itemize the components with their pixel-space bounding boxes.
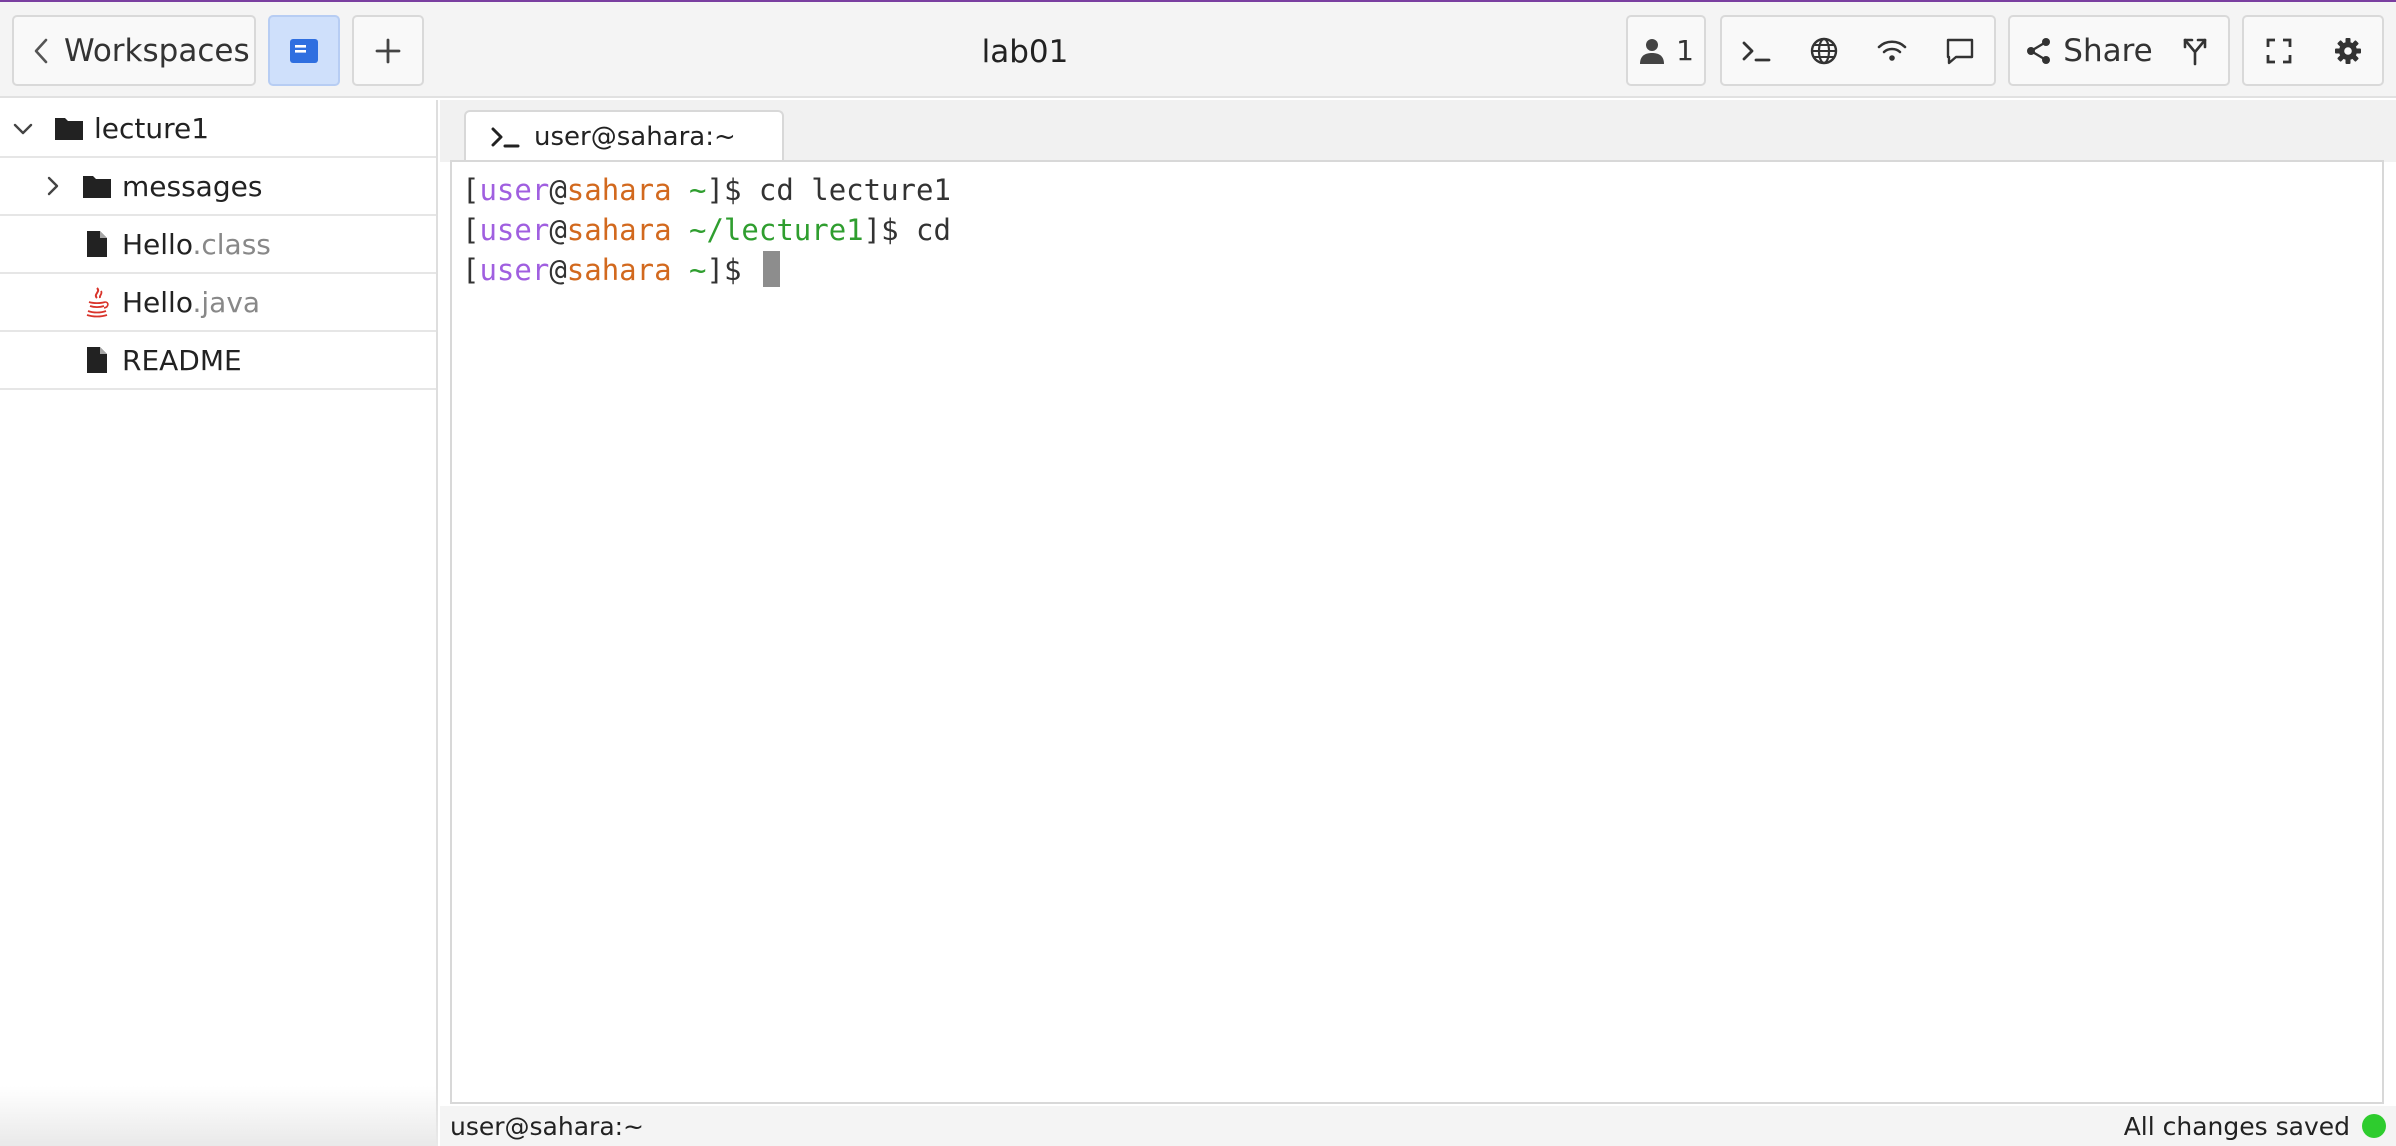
status-terminal-label: user@sahara:~ [450, 1111, 645, 1141]
tree-item-label: README [122, 343, 242, 377]
prompt-host: sahara [566, 213, 672, 247]
tree-file-hello-java[interactable]: Hello.java [0, 274, 436, 332]
share-group: Share [2008, 15, 2230, 86]
file-icon [86, 230, 108, 258]
file-extension: .class [192, 227, 271, 261]
file-basename: Hello [122, 285, 193, 319]
java-icon [84, 286, 110, 318]
saved-indicator-dot [2362, 1114, 2386, 1138]
wifi-icon [1877, 38, 1907, 64]
tree-file-hello-class[interactable]: Hello.class [0, 216, 436, 274]
terminal-line: [user@sahara ~/lecture1]$ cd [462, 213, 951, 247]
folder-icon [82, 173, 112, 199]
fullscreen-icon [2266, 38, 2292, 64]
folder-icon [54, 115, 84, 141]
file-extension: .java [192, 285, 261, 319]
browser-button[interactable] [1790, 17, 1858, 84]
prompt-user: user [479, 253, 550, 287]
tree-item-label: messages [122, 169, 263, 203]
user-icon [1638, 37, 1666, 65]
view-group [2242, 15, 2384, 86]
fork-icon [2181, 36, 2209, 66]
terminal-prompt-icon [1741, 39, 1771, 63]
plus-icon [374, 37, 402, 65]
terminal-tab[interactable]: user@sahara:~ [464, 110, 784, 162]
file-icon [86, 346, 108, 374]
chat-bubble-icon [1945, 37, 1975, 65]
gear-icon [2334, 37, 2362, 65]
tree-file-readme[interactable]: README [0, 332, 436, 390]
collaborators-button[interactable]: 1 [1626, 15, 1706, 86]
terminal-tab-bar: user@sahara:~ [440, 100, 2396, 162]
status-bar: user@sahara:~ All changes saved [440, 1106, 2396, 1146]
share-button[interactable]: Share [2010, 17, 2162, 84]
tree-folder-lecture1[interactable]: lecture1 [0, 100, 436, 158]
sidebar-bottom-shade [0, 1086, 438, 1146]
terminal-line: [user@sahara ~]$ [462, 250, 2372, 290]
chevron-right-icon[interactable] [42, 175, 64, 197]
chevron-down-icon[interactable] [12, 118, 34, 140]
settings-button[interactable] [2313, 17, 2382, 84]
file-tree-sidebar: lecture1 messages Hello.class Hello.java… [0, 100, 438, 1146]
prompt-path: ~/lecture1 [689, 213, 864, 247]
file-panel-icon [289, 38, 319, 64]
share-icon [2025, 37, 2053, 65]
fork-button[interactable] [2162, 17, 2228, 84]
tools-group [1720, 15, 1996, 86]
collaborator-count: 1 [1676, 34, 1694, 67]
file-basename: Hello [122, 227, 193, 261]
network-button[interactable] [1858, 17, 1926, 84]
prompt-path: ~ [689, 173, 707, 207]
save-status-label: All changes saved [2123, 1111, 2350, 1141]
tree-item-label: lecture1 [94, 111, 210, 145]
terminal-line: [user@sahara ~]$ cd lecture1 [462, 173, 951, 207]
prompt-host: sahara [566, 253, 672, 287]
terminal-command: cd [916, 213, 951, 247]
chat-button[interactable] [1926, 17, 1994, 84]
prompt-path: ~ [689, 253, 707, 287]
toolbar: Workspaces lab01 1 Share [0, 2, 2396, 98]
fullscreen-button[interactable] [2244, 17, 2313, 84]
file-panel-toggle-button[interactable] [268, 15, 340, 86]
share-label: Share [2063, 32, 2153, 69]
tree-item-label: Hello.java [122, 286, 260, 319]
prompt-user: user [479, 213, 550, 247]
tree-item-label: Hello.class [122, 228, 271, 261]
globe-icon [1809, 36, 1839, 66]
terminal-cursor [762, 251, 780, 287]
terminal-tab-label: user@sahara:~ [534, 122, 736, 152]
workspace-title: lab01 [981, 34, 1069, 70]
terminal-command: cd lecture1 [758, 173, 951, 207]
terminal-button[interactable] [1722, 17, 1790, 84]
tree-folder-messages[interactable]: messages [0, 158, 436, 216]
chevron-left-icon [32, 38, 50, 64]
prompt-host: sahara [566, 173, 672, 207]
terminal-prompt-icon [490, 125, 520, 149]
workspaces-back-button[interactable]: Workspaces [12, 15, 256, 86]
add-button[interactable] [352, 15, 424, 86]
save-status: All changes saved [2124, 1112, 2386, 1141]
workspaces-back-label: Workspaces [64, 32, 250, 69]
terminal-output[interactable]: [user@sahara ~]$ cd lecture1 [user@sahar… [450, 160, 2384, 1104]
prompt-user: user [479, 173, 550, 207]
